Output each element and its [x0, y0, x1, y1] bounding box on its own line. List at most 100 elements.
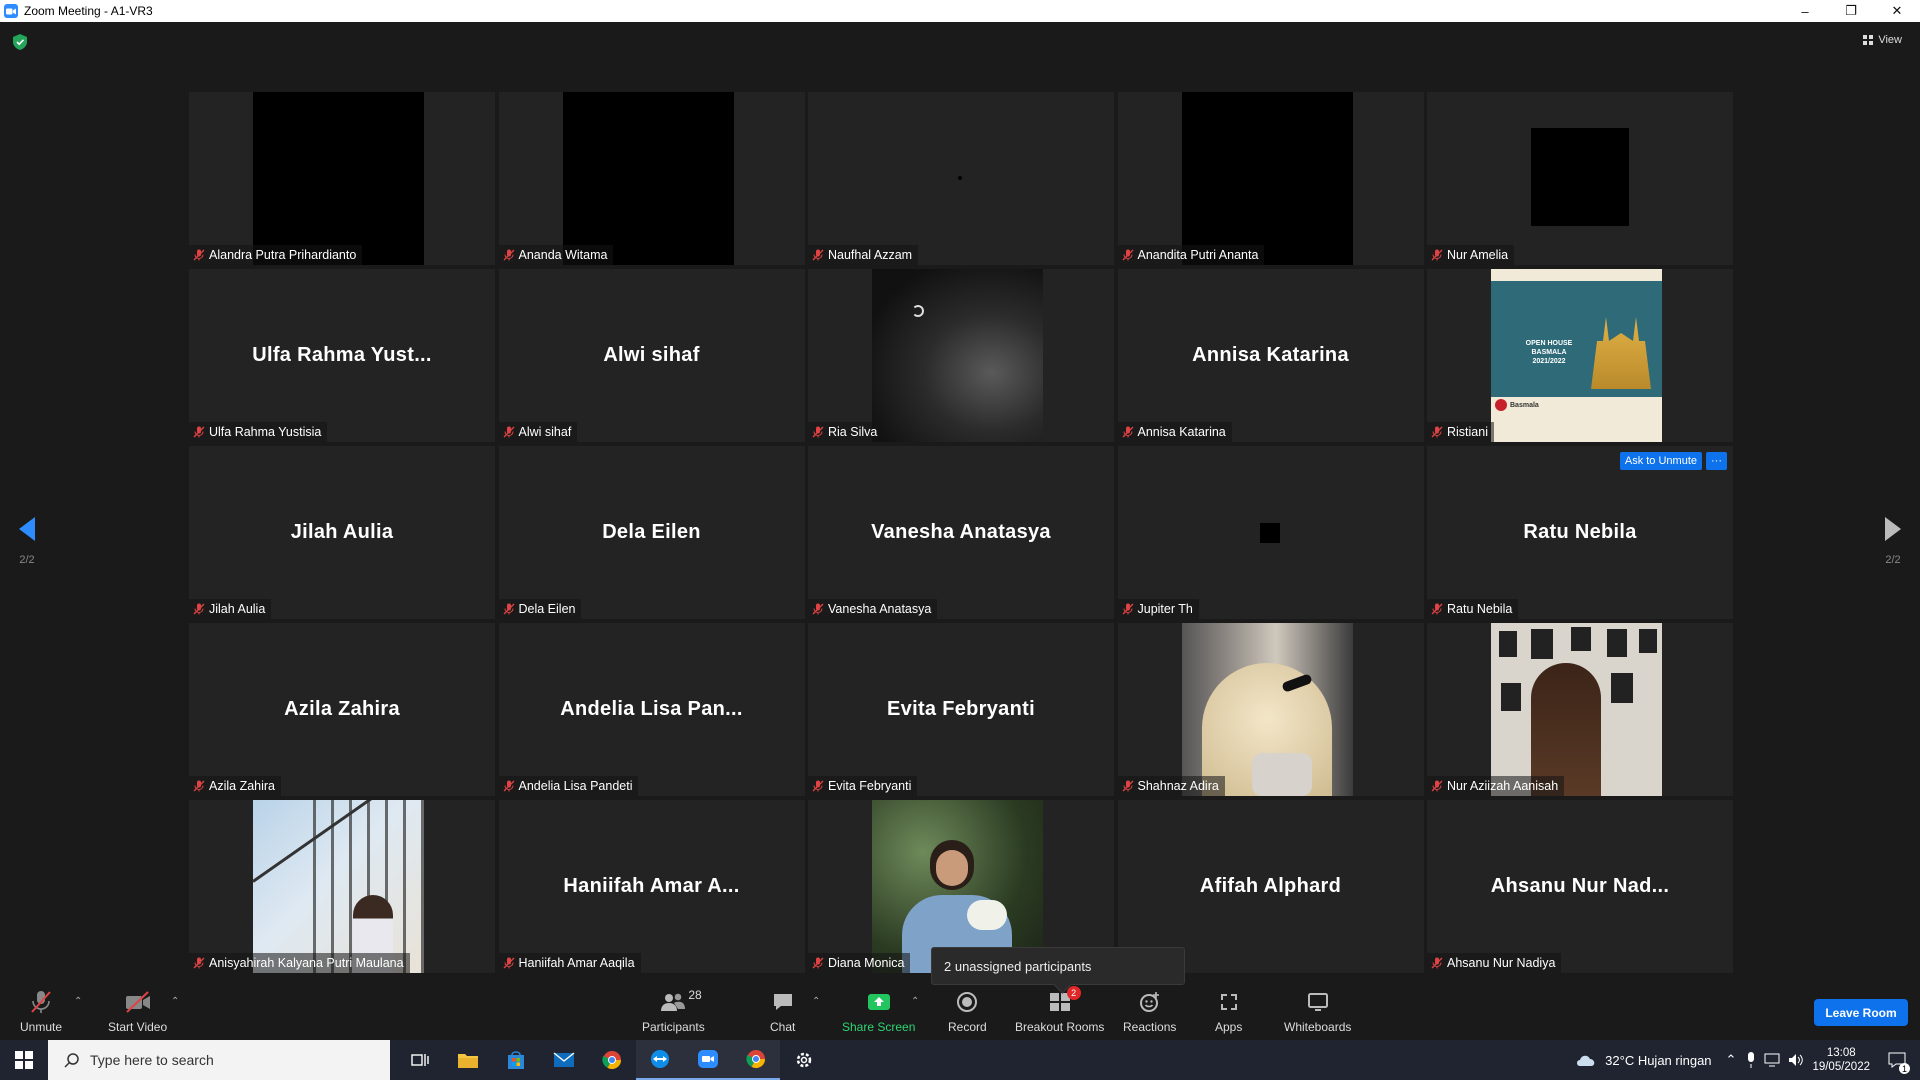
taskbar-search-box[interactable]: Type here to search — [48, 1040, 390, 1080]
chrome-profile-icon[interactable] — [732, 1040, 780, 1080]
participant-tile[interactable]: Ria Silva — [808, 269, 1114, 442]
chat-label: Chat — [770, 1020, 796, 1034]
meeting-toolbar: Unmute ⌃ Start Video ⌃ 28 Participants C… — [0, 982, 1920, 1040]
muted-mic-icon — [1122, 426, 1133, 438]
participant-tile[interactable]: Nur Aziizah Aanisah — [1427, 623, 1733, 796]
participant-display-name: Ahsanu Nur Nad... — [1490, 875, 1670, 897]
search-placeholder: Type here to search — [90, 1052, 214, 1068]
file-explorer-icon[interactable] — [444, 1040, 492, 1080]
settings-gear-icon[interactable] — [780, 1040, 828, 1080]
participant-tile[interactable]: Naufhal Azzam — [808, 92, 1114, 265]
mail-icon[interactable] — [540, 1040, 588, 1080]
participant-tile[interactable]: OPEN HOUSE BASMALA 2021/2022 Basmala Ristian… — [1427, 269, 1733, 442]
participant-gallery: Alandra Putra Prihardianto Ananda Witama N… — [189, 92, 1733, 973]
participant-tile[interactable]: Ananda Witama — [498, 92, 805, 265]
ask-to-unmute-button[interactable]: Ask to Unmute — [1619, 452, 1702, 470]
participant-tile[interactable]: Haniifah Amar A... Haniifah Amar Aaqila — [498, 800, 805, 973]
participant-nameplate: Dela Eilen — [498, 599, 582, 619]
participant-nameplate: Haniifah Amar Aaqila — [498, 953, 641, 973]
participants-label: Participants — [642, 1020, 705, 1034]
participant-tile[interactable]: Jupiter Th — [1117, 446, 1424, 619]
participant-display-name: Andelia Lisa Pan... — [560, 698, 743, 720]
chat-icon — [773, 994, 792, 1010]
share-screen-button[interactable]: Share Screen — [842, 990, 915, 1034]
close-button[interactable]: ✕ — [1874, 0, 1920, 22]
participant-name: Ananda Witama — [518, 248, 608, 262]
video-options-caret-icon[interactable]: ⌃ — [171, 996, 179, 1007]
participant-tile[interactable]: Anandita Putri Ananta — [1117, 92, 1424, 265]
unassigned-participants-tooltip: 2 unassigned participants — [931, 947, 1185, 985]
tray-overflow-icon[interactable]: ⌃ — [1726, 1052, 1737, 1068]
chat-button[interactable]: Chat — [770, 990, 795, 1034]
maximize-button[interactable]: ❐ — [1828, 0, 1874, 22]
start-video-button[interactable]: Start Video — [108, 990, 167, 1034]
participant-tile[interactable]: Annisa Katarina Annisa Katarina — [1117, 269, 1424, 442]
participant-nameplate: Nur Aziizah Aanisah — [1427, 776, 1565, 796]
participant-tile[interactable]: Vanesha Anatasya Vanesha Anatasya — [808, 446, 1114, 619]
windows-taskbar: Type here to search 32°C Hujan ringan ⌃ … — [0, 1040, 1920, 1080]
participant-tile[interactable]: Ahsanu Nur Nad... Ahsanu Nur Nadiya — [1427, 800, 1733, 973]
microphone-icon[interactable] — [1746, 1052, 1756, 1068]
network-icon[interactable] — [1764, 1053, 1780, 1067]
leave-room-button[interactable]: Leave Room — [1814, 999, 1908, 1026]
participant-tile[interactable]: Andelia Lisa Pan... Andelia Lisa Pandeti — [498, 623, 805, 796]
whiteboards-button[interactable]: Whiteboards — [1284, 990, 1351, 1034]
participant-display-name: Azila Zahira — [284, 698, 400, 720]
participant-video — [1531, 128, 1629, 226]
page-indicator-right: 2/2 — [1885, 554, 1901, 566]
clock-time: 13:08 — [1826, 1047, 1856, 1059]
taskbar-clock[interactable]: 13:08 19/05/2022 — [1812, 1046, 1870, 1074]
chat-options-caret-icon[interactable]: ⌃ — [812, 996, 820, 1007]
muted-mic-icon — [812, 249, 824, 261]
participant-tile[interactable]: Alandra Putra Prihardianto — [189, 92, 495, 265]
participant-nameplate: Shahnaz Adira — [1117, 776, 1225, 796]
participant-tile[interactable]: Ratu Nebila Ratu Nebila Ask to Unmute ··· — [1427, 446, 1733, 619]
previous-page-button[interactable]: 2/2 — [18, 516, 36, 566]
share-options-caret-icon[interactable]: ⌃ — [911, 996, 919, 1007]
participant-video — [252, 800, 424, 973]
participant-tile[interactable]: Ulfa Rahma Yust... Ulfa Rahma Yustisia — [189, 269, 495, 442]
task-view-icon[interactable] — [396, 1040, 444, 1080]
volume-icon[interactable] — [1788, 1053, 1804, 1067]
participant-tile[interactable]: Dela Eilen Dela Eilen — [498, 446, 805, 619]
muted-mic-icon — [1122, 603, 1133, 615]
next-page-button[interactable]: 2/2 — [1884, 516, 1902, 566]
participant-nameplate: Ristiani — [1427, 422, 1494, 442]
weather-text[interactable]: 32°C Hujan ringan — [1605, 1053, 1711, 1068]
view-label: View — [1878, 34, 1902, 46]
unmute-button[interactable]: Unmute — [20, 990, 62, 1034]
more-options-button[interactable]: ··· — [1706, 452, 1727, 470]
participant-video — [1259, 523, 1280, 543]
record-label: Record — [948, 1020, 987, 1034]
breakout-rooms-button[interactable]: 2 Breakout Rooms — [1015, 986, 1104, 1034]
view-button[interactable]: View — [1863, 34, 1902, 46]
participant-tile[interactable]: Azila Zahira Azila Zahira — [189, 623, 495, 796]
minimize-button[interactable]: – — [1782, 0, 1828, 22]
participant-name: Nur Aziizah Aanisah — [1447, 779, 1559, 793]
notification-center-button[interactable]: 1 — [1882, 1040, 1912, 1080]
encryption-shield-icon[interactable] — [13, 34, 27, 50]
audio-options-caret-icon[interactable]: ⌃ — [74, 996, 82, 1007]
chrome-icon[interactable] — [588, 1040, 636, 1080]
participant-tile[interactable]: Jilah Aulia Jilah Aulia — [189, 446, 495, 619]
start-button[interactable] — [0, 1040, 48, 1080]
reactions-button[interactable]: Reactions — [1123, 990, 1176, 1034]
muted-mic-icon — [503, 603, 514, 615]
participant-tile[interactable]: Nur Amelia — [1427, 92, 1733, 265]
participant-display-name: Dela Eilen — [602, 521, 701, 543]
participant-tile[interactable]: Evita Febryanti Evita Febryanti — [808, 623, 1114, 796]
windows-logo-icon — [15, 1051, 33, 1069]
participant-tile[interactable]: Alwi sihaf Alwi sihaf — [498, 269, 805, 442]
record-button[interactable]: Record — [948, 990, 987, 1034]
participant-tile[interactable]: Shahnaz Adira — [1117, 623, 1424, 796]
zoom-taskbar-icon[interactable] — [684, 1040, 732, 1080]
teamviewer-icon[interactable] — [636, 1040, 684, 1080]
apps-icon — [1220, 994, 1237, 1010]
window-titlebar: Zoom Meeting - A1-VR3 – ❐ ✕ — [0, 0, 1920, 22]
participant-tile[interactable]: Anisyahirah Kalyana Putri Maulana — [189, 800, 495, 973]
store-icon[interactable] — [492, 1040, 540, 1080]
apps-button[interactable]: Apps — [1215, 990, 1242, 1034]
participants-button[interactable]: 28 Participants — [642, 988, 705, 1034]
muted-mic-icon — [193, 780, 205, 792]
participant-video — [562, 92, 734, 265]
